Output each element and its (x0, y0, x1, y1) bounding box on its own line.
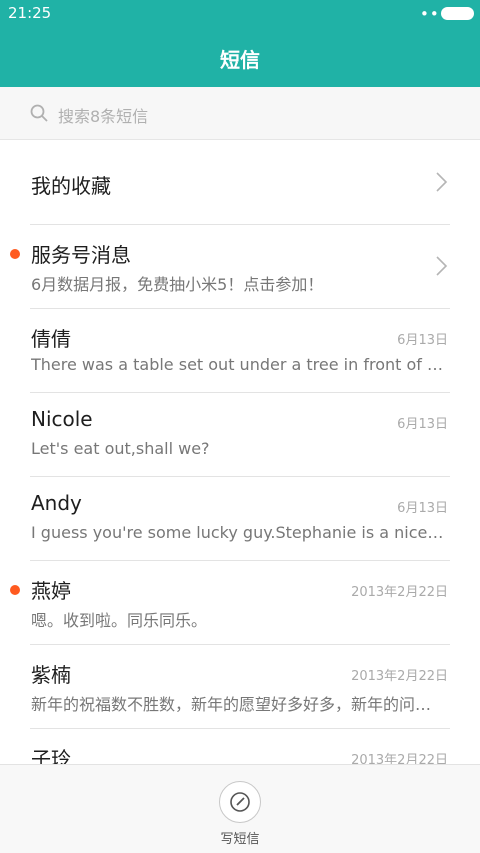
message-preview: 新年的祝福数不胜数，新年的愿望好多好多，新年的问候送给你 (31, 695, 447, 714)
list-item[interactable]: Nicole 6月13日 Let's eat out,shall we? (0, 393, 480, 477)
message-preview: I guess you're some lucky guy.Stephanie … (31, 523, 447, 542)
app-header: 21:25 ••• 短信 (0, 0, 480, 87)
contact-name: 燕婷 (31, 579, 71, 603)
chevron-right-icon (436, 256, 448, 276)
contact-name: 紫楠 (31, 663, 71, 687)
contact-name: Andy (31, 491, 82, 515)
contact-name: 倩倩 (31, 327, 71, 351)
message-preview: Let's eat out,shall we? (31, 439, 210, 458)
message-date: 6月13日 (397, 417, 448, 432)
message-preview: There was a table set out under a tree i… (31, 355, 447, 374)
favorites-row[interactable]: 我的收藏 (0, 141, 480, 225)
unread-dot-icon (10, 585, 20, 595)
page-title: 短信 (220, 48, 260, 72)
search-input[interactable]: 搜索8条短信 (58, 103, 148, 127)
list-item-service-messages[interactable]: 服务号消息 6月数据月报，免费抽小米5！点击参加！ (0, 225, 480, 309)
message-preview: 嗯。收到啦。同乐同乐。 (31, 611, 208, 630)
bottom-toolbar: 写短信 (0, 764, 480, 853)
compose-button[interactable] (219, 781, 261, 823)
compose-label: 写短信 (220, 832, 260, 847)
battery-icon (441, 7, 474, 20)
unread-dot-icon (10, 249, 20, 259)
chevron-right-icon (436, 172, 448, 192)
favorites-label: 我的收藏 (31, 174, 111, 198)
message-date: 2013年2月22日 (351, 585, 448, 600)
compose-icon (230, 792, 250, 812)
list-item[interactable]: Andy 6月13日 I guess you're some lucky guy… (0, 477, 480, 561)
contact-name: 服务号消息 (31, 243, 131, 267)
message-preview: 6月数据月报，免费抽小米5！点击参加！ (31, 275, 324, 294)
contact-name: Nicole (31, 407, 93, 431)
list-item[interactable]: 燕婷 2013年2月22日 嗯。收到啦。同乐同乐。 (0, 561, 480, 645)
search-icon (30, 104, 48, 122)
list-item[interactable]: 倩倩 6月13日 There was a table set out under… (0, 309, 480, 393)
status-time: 21:25 (8, 4, 52, 22)
message-date: 6月13日 (397, 501, 448, 516)
message-date: 6月13日 (397, 333, 448, 348)
search-bar[interactable]: 搜索8条短信 (0, 87, 480, 140)
message-date: 2013年2月22日 (351, 669, 448, 684)
list-item[interactable]: 紫楠 2013年2月22日 新年的祝福数不胜数，新年的愿望好多好多，新年的问候送… (0, 645, 480, 729)
